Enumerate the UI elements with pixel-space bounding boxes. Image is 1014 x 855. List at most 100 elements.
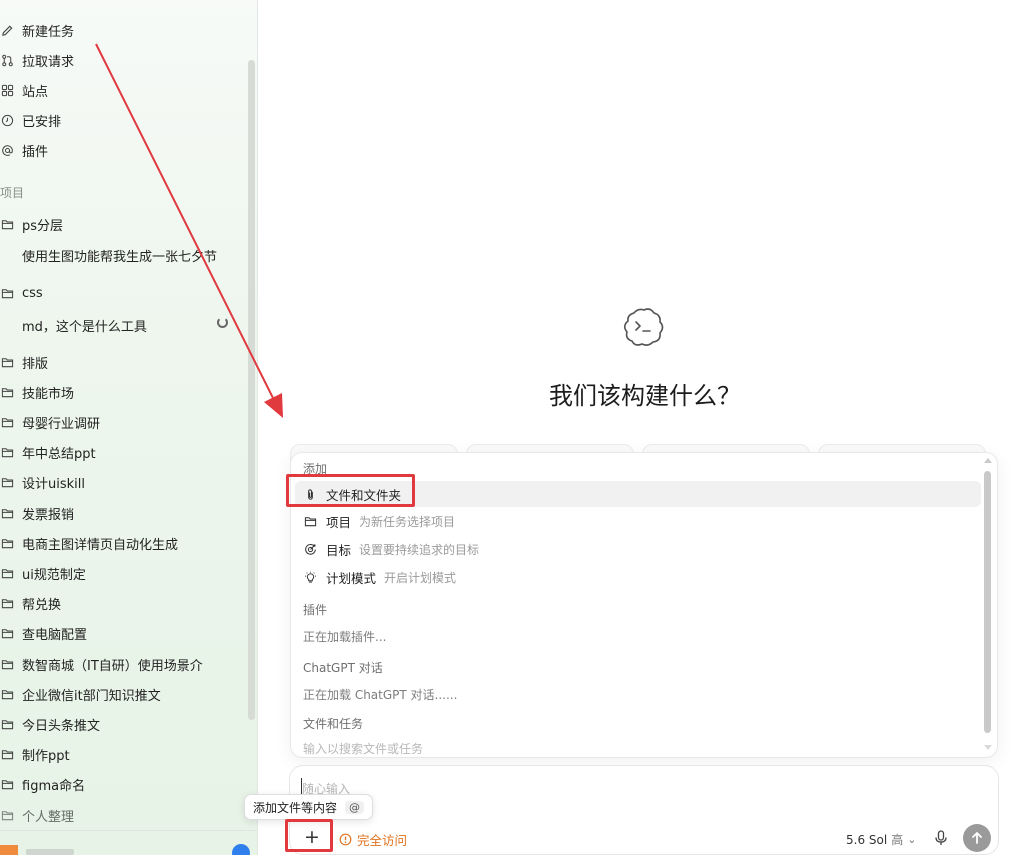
edit-icon (0, 23, 14, 37)
project-item[interactable]: ps分层 (0, 212, 63, 236)
project-item[interactable]: 设计uiskill (0, 471, 85, 495)
project-item[interactable]: 制作ppt (0, 743, 70, 767)
project-label: 企业微信it部门知识推文 (22, 688, 161, 704)
sidebar-item-label: 已安排 (22, 114, 62, 130)
menu-scrollbar[interactable] (984, 471, 991, 733)
project-label: 查电脑配置 (22, 628, 88, 644)
sidebar-item-label: 站点 (22, 84, 49, 100)
menu-scroll-down-arrow[interactable] (984, 745, 992, 750)
project-item[interactable]: 企业微信it部门知识推文 (0, 682, 161, 706)
sidebar-item-label: 插件 (22, 144, 49, 160)
model-name: 5.6 Sol (846, 832, 888, 847)
annotation-arrow-head (264, 393, 283, 418)
target-icon (303, 542, 317, 556)
project-item[interactable]: 母婴行业调研 (0, 410, 100, 434)
warning-icon (339, 833, 352, 846)
project-item[interactable]: ui规范制定 (0, 561, 86, 585)
folder-icon (0, 506, 14, 520)
sites-icon (0, 83, 14, 97)
add-content-tooltip: 添加文件等内容 @ (244, 794, 374, 820)
loading-spinner-icon (217, 317, 228, 328)
project-item[interactable]: 数智商城（IT自研）使用场景介 (0, 652, 203, 676)
menu-item-label: 项目 (326, 514, 352, 530)
tooltip-shortcut: @ (345, 800, 365, 814)
sidebar-item-new-task[interactable]: 新建任务 (0, 18, 74, 42)
folder-icon (0, 717, 14, 731)
folder-icon (0, 566, 14, 580)
highlight-box-plus (285, 819, 333, 852)
sidebar-item-sites[interactable]: 站点 (0, 78, 48, 102)
project-item[interactable]: 帮兑换 (0, 592, 61, 616)
project-label: 个人整理 (22, 809, 75, 825)
project-item[interactable]: 电商主图详情页自动化生成 (0, 531, 178, 555)
menu-section-plugins: 插件 (303, 603, 328, 617)
notification-badge[interactable] (232, 844, 250, 855)
menu-item-description: 设置要持续追求的目标 (359, 542, 480, 557)
project-item[interactable]: 个人整理 (0, 803, 74, 827)
project-label: 数智商城（IT自研）使用场景介 (22, 658, 203, 674)
sidebar-item-scheduled[interactable]: 已安排 (0, 108, 61, 132)
folder-icon (0, 385, 14, 399)
menu-item-label: 计划模式 (326, 570, 377, 586)
menu-section-chatgpt: ChatGPT 对话 (303, 661, 383, 675)
project-item[interactable]: 排版 (0, 350, 48, 374)
folder-icon (0, 687, 14, 701)
sidebar-item-plugins[interactable]: 插件 (0, 138, 48, 162)
folder-icon (0, 597, 14, 611)
project-label: 技能市场 (22, 386, 75, 402)
sidebar-scrollbar[interactable] (248, 60, 255, 720)
projects-header: 项目 (0, 186, 25, 200)
folder-icon (0, 657, 14, 671)
folder-icon (0, 355, 14, 369)
files-search-hint: 输入以搜索文件或任务 (303, 742, 424, 756)
project-label: 今日头条推文 (22, 718, 101, 734)
arrow-up-icon (972, 832, 982, 844)
folder-icon (0, 536, 14, 550)
project-label: css (22, 285, 43, 301)
project-item[interactable]: 今日头条推文 (0, 712, 100, 736)
user-name-placeholder (26, 849, 74, 855)
model-selector[interactable]: 5.6 Sol 高 ⌄ (846, 831, 916, 848)
sidebar: 新建任务 拉取请求 站点 已安排 插件 项目 ps分层 使用生图功能帮我生成一张… (0, 0, 258, 855)
folder-icon (0, 476, 14, 490)
project-item[interactable]: css (0, 281, 43, 305)
sidebar-item-pull-requests[interactable]: 拉取请求 (0, 48, 74, 72)
project-task-item[interactable]: 使用生图功能帮我生成一张七夕节 (22, 246, 232, 265)
lightbulb-icon (303, 570, 317, 584)
pull-request-icon (0, 53, 14, 67)
microphone-icon[interactable] (934, 830, 948, 846)
full-access-button[interactable]: 完全访问 (339, 830, 407, 849)
project-task-item[interactable]: md，这个是什么工具 (22, 316, 232, 335)
folder-icon (0, 286, 14, 300)
project-item[interactable]: 年中总结ppt (0, 441, 96, 465)
folder-icon (0, 415, 14, 429)
clock-icon (0, 113, 14, 127)
folder-icon (0, 627, 14, 641)
chevron-down-icon: ⌄ (907, 833, 917, 846)
menu-item-plan-mode[interactable]: 计划模式 开启计划模式 (303, 566, 456, 588)
project-label: 年中总结ppt (22, 447, 96, 463)
full-access-label: 完全访问 (357, 833, 408, 848)
project-label: 排版 (22, 356, 49, 372)
folder-icon (0, 748, 14, 762)
menu-item-project[interactable]: 项目 为新任务选择项目 (303, 510, 455, 532)
at-icon (0, 143, 14, 157)
menu-item-label: 目标 (326, 542, 352, 558)
project-item[interactable]: 查电脑配置 (0, 622, 87, 646)
project-label: 设计uiskill (22, 477, 85, 493)
project-label: ps分层 (22, 218, 64, 234)
reasoning-effort: 高 (891, 833, 904, 847)
avatar[interactable] (0, 845, 18, 855)
menu-item-description: 为新任务选择项目 (359, 514, 456, 529)
project-item[interactable]: figma命名 (0, 773, 85, 797)
project-label: 制作ppt (22, 749, 70, 765)
menu-item-goal[interactable]: 目标 设置要持续追求的目标 (303, 538, 479, 560)
project-item[interactable]: 发票报销 (0, 501, 74, 525)
folder-icon (303, 514, 317, 528)
project-label: 母婴行业调研 (22, 416, 101, 432)
send-button[interactable] (963, 824, 991, 852)
project-item[interactable]: 技能市场 (0, 380, 74, 404)
highlight-box-files (286, 474, 415, 507)
project-label: 帮兑换 (22, 598, 62, 614)
menu-scroll-up-arrow[interactable] (984, 458, 992, 463)
